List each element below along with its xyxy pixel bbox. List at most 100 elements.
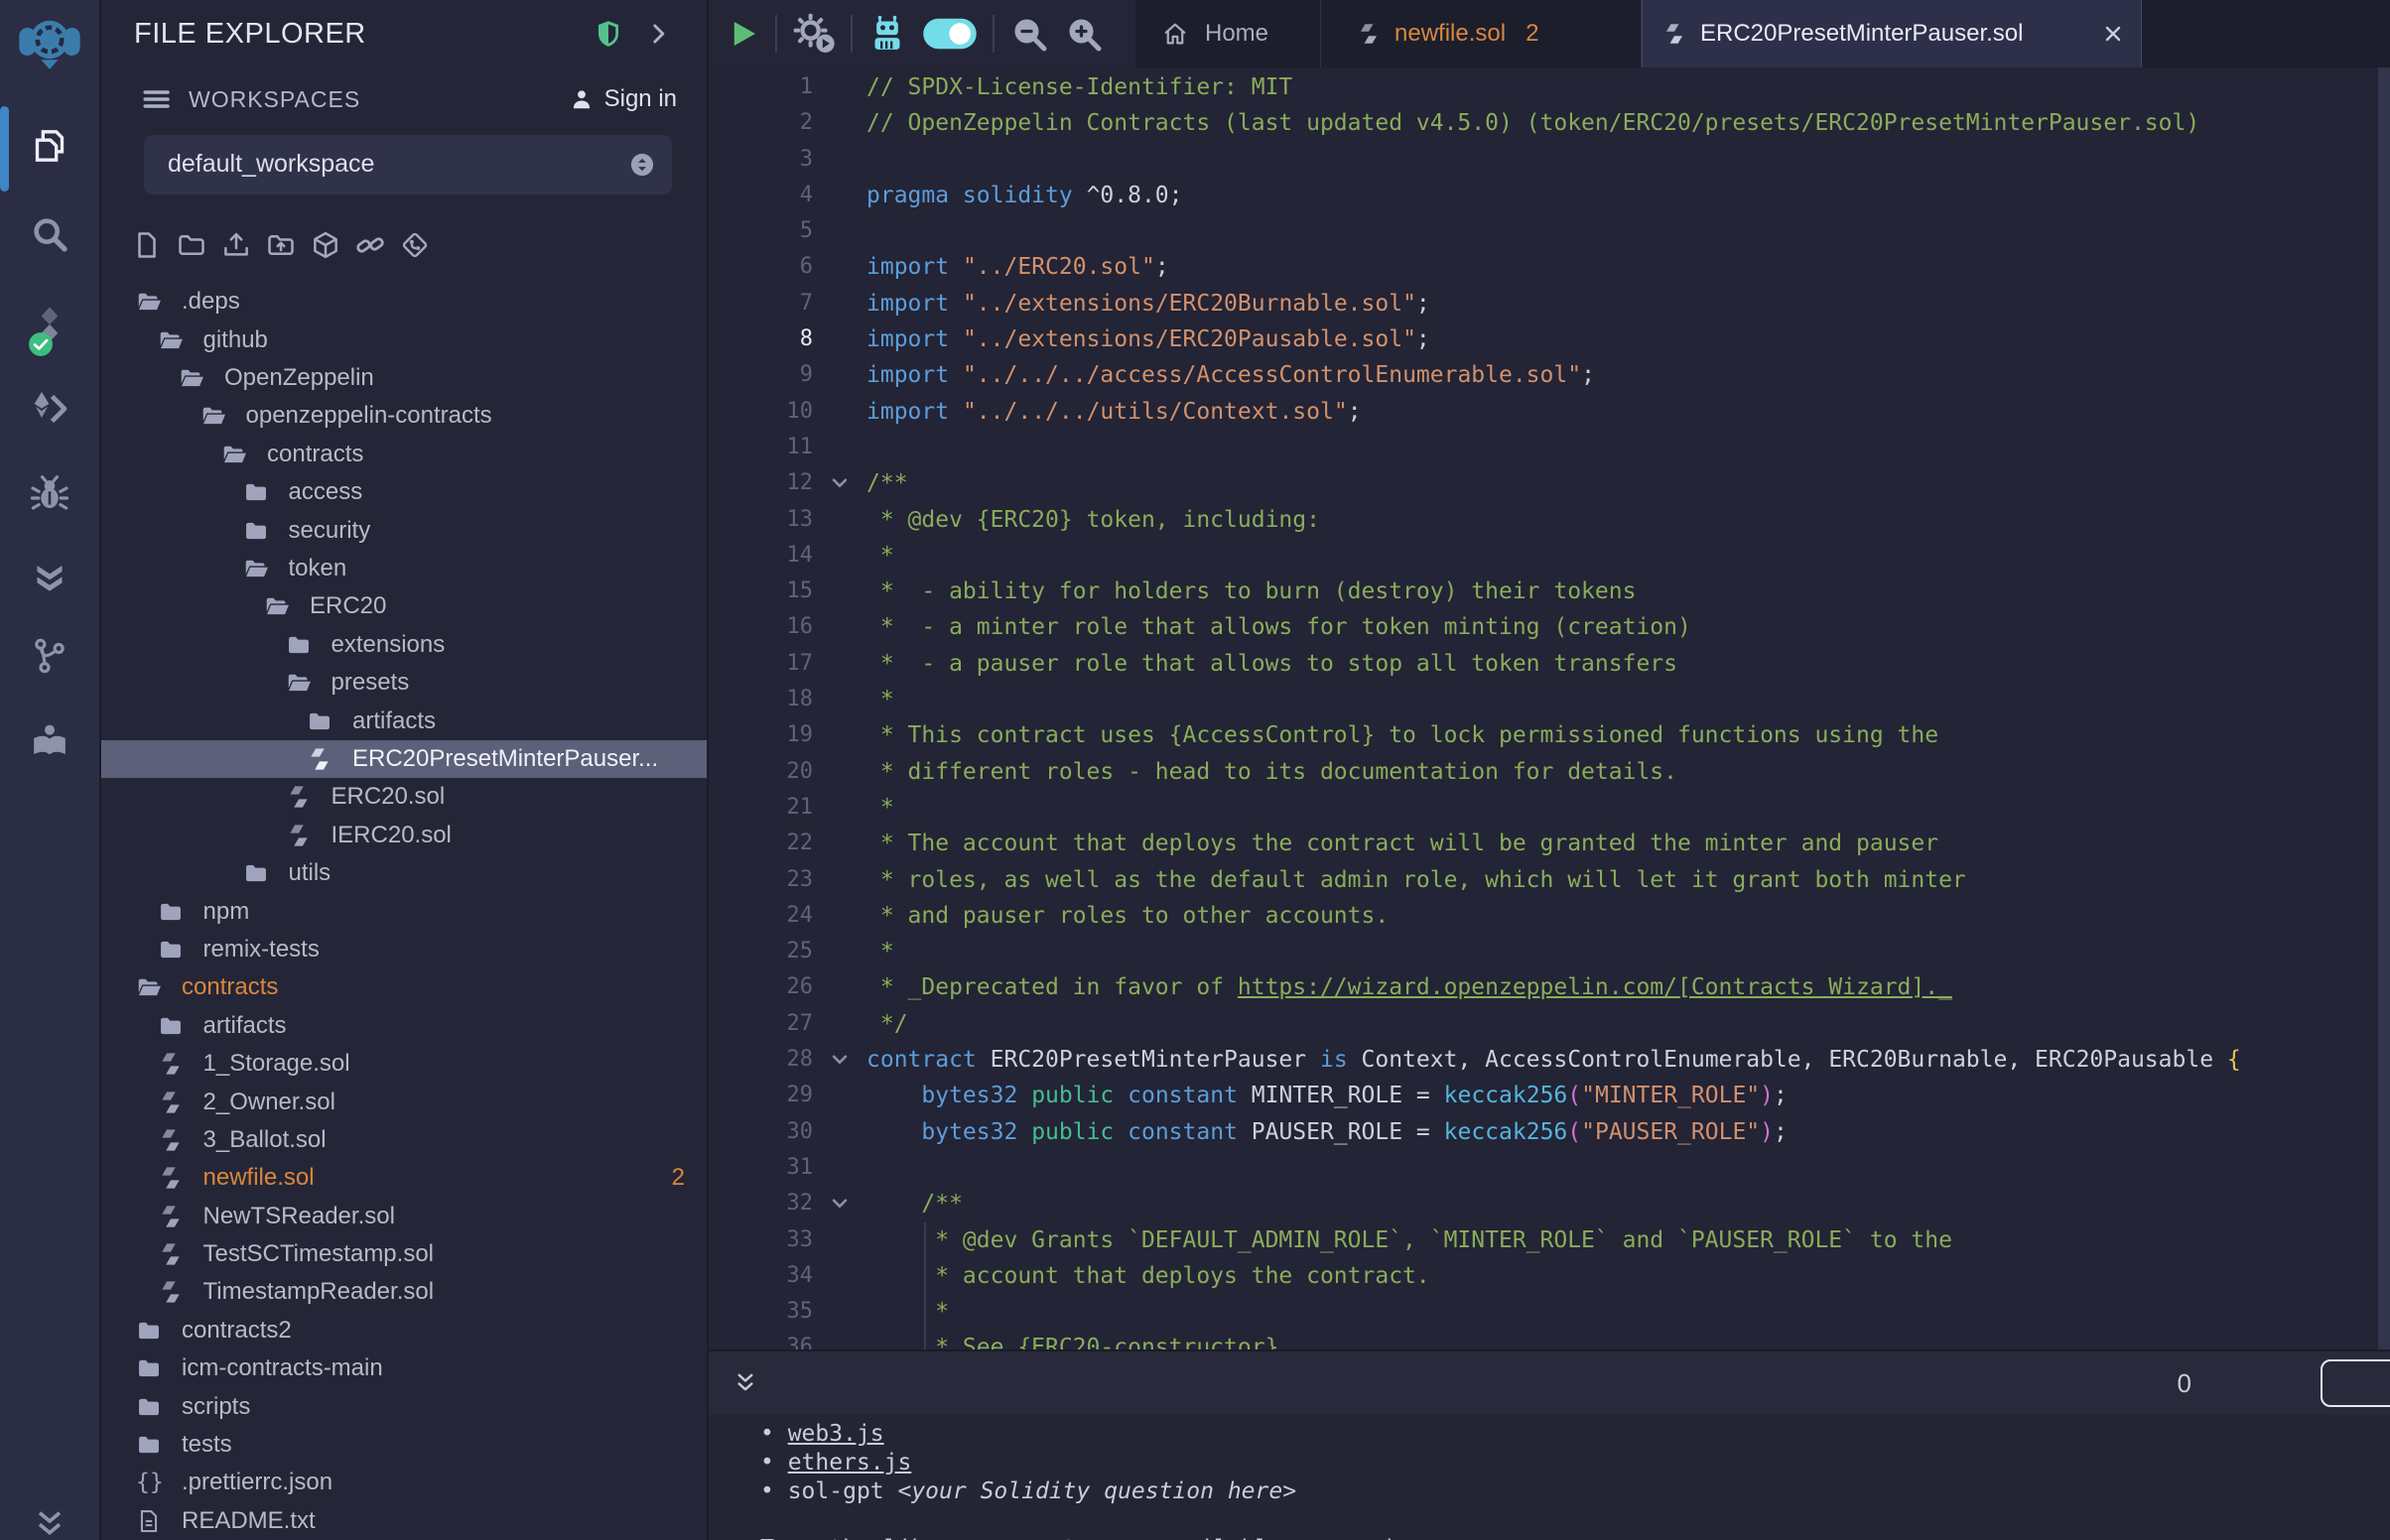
toolbar-divider [851,15,853,53]
tree-item-artifacts[interactable]: artifacts [101,1007,707,1045]
modified-count-badge: 2 [672,1164,685,1192]
fold-chevron-icon[interactable] [827,470,853,496]
terminal-output[interactable]: • web3.js• ethers.js• sol-gpt <your Soli… [709,1415,2390,1540]
remix-ai-robot-icon[interactable] [867,14,907,54]
search-icon[interactable] [0,214,99,259]
tree-item--deps[interactable]: .deps [101,283,707,321]
zoom-out-icon[interactable] [1009,14,1049,54]
git-icon[interactable] [0,636,99,681]
tree-item-contracts2[interactable]: contracts2 [101,1312,707,1349]
solidity-icon [1357,22,1381,46]
expand-panel-icon[interactable] [645,21,671,47]
tree-item-npm[interactable]: npm [101,892,707,930]
tree-item-github[interactable]: github [101,321,707,359]
tree-item-contracts[interactable]: contracts [101,436,707,473]
compile-run-settings-icon[interactable] [792,12,836,56]
remix-logo-icon[interactable] [0,8,99,76]
tree-item-remix-tests[interactable]: remix-tests [101,931,707,968]
tree-item-presets[interactable]: presets [101,664,707,702]
line-number: 5 [709,213,813,249]
code-line-24: 24 * and pauser roles to other accounts. [709,898,2390,934]
tab-erc20presetminterpauser-sol[interactable]: ERC20PresetMinterPauser.sol [1642,0,2142,67]
upload-file-icon[interactable] [221,230,251,260]
link-icon[interactable] [355,230,385,260]
new-folder-icon[interactable] [177,230,206,260]
tree-item-newfile-sol[interactable]: newfile.sol 2 [101,1159,707,1197]
workspace-select[interactable]: default_workspace [144,135,672,194]
tree-item-extensions[interactable]: extensions [101,626,707,664]
tree-item-timestampreader-sol[interactable]: TimestampReader.sol [101,1273,707,1311]
expand-terminal-icon[interactable] [730,1368,760,1398]
code-line-5: 5 [709,213,2390,249]
workspaces-menu-icon[interactable] [141,84,171,114]
terminal-line: Type the library name to see available c… [760,1535,2390,1540]
line-number: 2 [709,105,813,141]
person-icon [569,86,595,112]
solidity-compiler-icon[interactable] [0,305,99,349]
tree-item-testsctimestamp-sol[interactable]: TestSCTimestamp.sol [101,1235,707,1273]
tree-item-utils[interactable]: utils [101,854,707,892]
gutter-fold [813,502,866,538]
tree-item-contracts[interactable]: contracts [101,968,707,1006]
code-text: * roles, as well as the default admin ro… [866,862,1966,898]
terminal-text[interactable]: web3.js [788,1421,884,1447]
tree-item-icm-contracts-main[interactable]: icm-contracts-main [101,1349,707,1387]
tree-item-access[interactable]: access [101,473,707,511]
code-line-18: 18 * [709,682,2390,717]
tree-item-security[interactable]: security [101,511,707,549]
sign-in-button[interactable]: Sign in [569,85,677,113]
tree-item-erc20-sol[interactable]: ERC20.sol [101,778,707,816]
tree-item-tests[interactable]: tests [101,1426,707,1464]
workspaces-row: WORKSPACES Sign in [101,57,707,117]
tree-item-newtsreader-sol[interactable]: NewTSReader.sol [101,1197,707,1234]
unit-testing-icon[interactable] [0,560,99,604]
tree-item-label: newfile.sol [203,1164,315,1192]
deploy-run-icon[interactable] [0,389,99,434]
editor-scrollbar[interactable] [2378,67,2390,1349]
tree-item-label: TestSCTimestamp.sol [203,1240,435,1268]
tree-item-2-owner-sol[interactable]: 2_Owner.sol [101,1083,707,1120]
security-shield-icon[interactable] [594,19,623,49]
tree-item-erc20presetminterpauser-[interactable]: ERC20PresetMinterPauser... [101,740,707,778]
learneth-icon[interactable] [0,720,99,765]
terminal-search-input[interactable] [2321,1359,2390,1407]
ai-copilot-toggle[interactable] [922,17,978,51]
tree-item-readme-txt[interactable]: README.txt [101,1502,707,1540]
collapse-icon[interactable] [0,1506,99,1540]
icon-rail [0,0,101,1540]
gutter-fold [813,862,866,898]
new-file-icon[interactable] [132,230,162,260]
file-explorer-icon[interactable] [0,126,99,171]
fold-chevron-icon[interactable] [827,1047,853,1073]
line-number: 1 [709,69,813,105]
tree-item-openzeppelin-contracts[interactable]: openzeppelin-contracts [101,397,707,435]
tree-item-artifacts[interactable]: artifacts [101,702,707,739]
tree-item-erc20[interactable]: ERC20 [101,587,707,625]
tree-item-scripts[interactable]: scripts [101,1387,707,1425]
tree-item-openzeppelin[interactable]: OpenZeppelin [101,359,707,397]
tree-item-ierc20-sol[interactable]: IERC20.sol [101,817,707,854]
workspace-dropdown-icon[interactable] [628,151,656,179]
code-editor[interactable]: 1// SPDX-License-Identifier: MIT2// Open… [709,67,2390,1349]
solidity-icon [158,1204,184,1229]
upload-folder-icon[interactable] [266,230,296,260]
tree-item-label: artifacts [352,707,436,735]
cube-icon[interactable] [311,230,340,260]
debugger-icon[interactable] [0,473,99,518]
gutter-fold [813,1186,866,1221]
git-file-icon[interactable] [400,230,430,260]
terminal-text[interactable]: ethers.js [788,1450,912,1476]
tab-newfile-sol[interactable]: newfile.sol2 [1321,0,1642,67]
zoom-in-icon[interactable] [1064,14,1104,54]
tab-home[interactable]: Home [1135,0,1321,67]
folder-open-icon [264,593,290,619]
tree-item--prettierrc-json[interactable]: {}.prettierrc.json [101,1464,707,1501]
gutter-fold [813,357,866,393]
close-icon[interactable] [2101,22,2125,46]
fold-chevron-icon[interactable] [827,1191,853,1217]
tree-item-3-ballot-sol[interactable]: 3_Ballot.sol [101,1121,707,1159]
run-script-button[interactable] [727,17,760,51]
tree-item-1-storage-sol[interactable]: 1_Storage.sol [101,1045,707,1083]
gutter-fold [813,105,866,141]
tree-item-token[interactable]: token [101,550,707,587]
